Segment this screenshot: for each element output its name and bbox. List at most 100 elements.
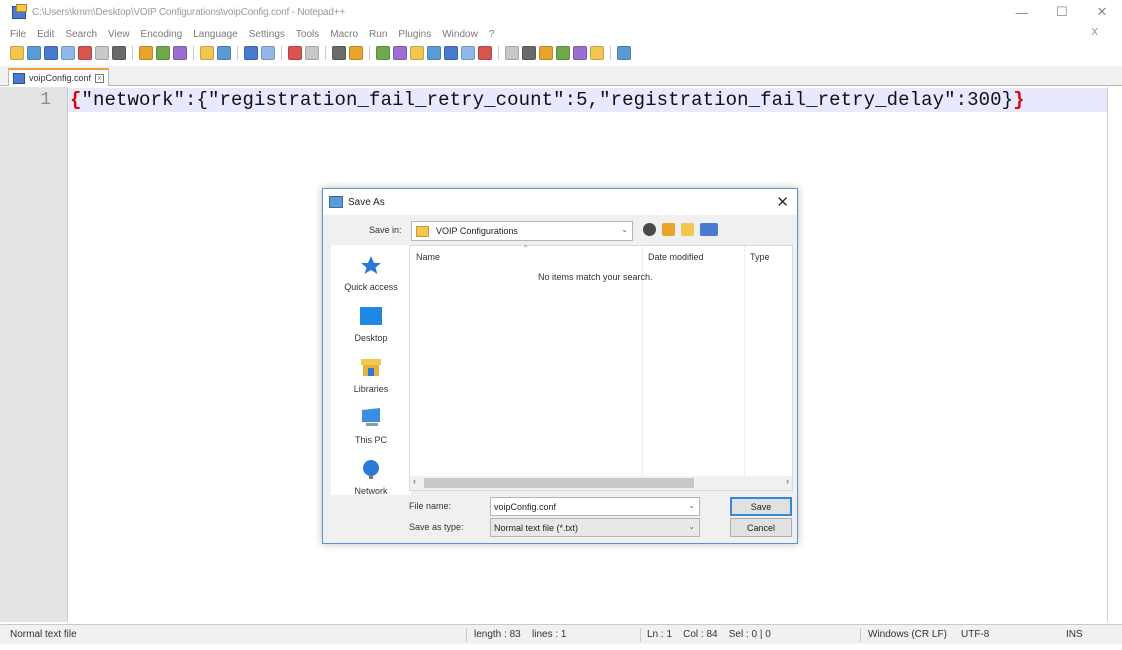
status-insert-mode: INS [1066, 629, 1083, 640]
menu-macro[interactable]: Macro [330, 29, 358, 40]
column-date-modified[interactable]: Date modified [648, 252, 704, 262]
place-libraries[interactable]: Libraries [331, 357, 411, 394]
open-file-icon[interactable] [27, 46, 41, 60]
code-body: "network":{"registration_fail_retry_coun… [81, 89, 1014, 111]
udl-icon[interactable] [427, 46, 441, 60]
save-icon[interactable] [44, 46, 58, 60]
save-as-icon [329, 196, 343, 208]
menu-encoding[interactable]: Encoding [141, 29, 183, 40]
save-type-label: Save as type: [409, 522, 464, 532]
window-controls: — ☐ ✕ [1002, 0, 1122, 24]
save-type-dropdown[interactable]: Normal text file (*.txt) ⌄ [490, 518, 700, 537]
close-window-button[interactable]: ✕ [1082, 0, 1122, 24]
place-desktop[interactable]: Desktop [331, 306, 411, 343]
run-macro-icon[interactable] [573, 46, 587, 60]
scroll-right-icon[interactable]: › [786, 476, 789, 486]
save-button[interactable]: Save [730, 497, 792, 516]
file-name-input[interactable]: voipConfig.conf ⌄ [490, 497, 700, 516]
save-in-dropdown[interactable]: VOIP Configurations ⌄ [411, 221, 633, 241]
doc-map-icon[interactable] [444, 46, 458, 60]
find-icon[interactable] [244, 46, 258, 60]
all-chars-icon[interactable] [393, 46, 407, 60]
copy-icon[interactable] [156, 46, 170, 60]
column-name[interactable]: Name [416, 252, 440, 262]
menu-help[interactable]: ? [489, 29, 495, 40]
save-all-icon[interactable] [61, 46, 75, 60]
new-file-icon[interactable] [10, 46, 24, 60]
scroll-thumb[interactable] [424, 478, 694, 488]
monitoring-icon[interactable] [505, 46, 519, 60]
sort-caret-icon: ^ [524, 245, 528, 252]
status-length: length : 83 [474, 629, 521, 640]
horizontal-scrollbar[interactable]: ‹ › [410, 476, 792, 490]
status-eol[interactable]: Windows (CR LF) [868, 629, 947, 640]
redo-icon[interactable] [217, 46, 231, 60]
tab-voipconfig[interactable]: voipConfig.conf x [8, 68, 110, 86]
save-type-value: Normal text file (*.txt) [494, 523, 579, 533]
zoom-out-icon[interactable] [305, 46, 319, 60]
dialog-title: Save As [348, 196, 385, 208]
file-saved-icon [13, 72, 25, 84]
place-quick-access[interactable]: Quick access [331, 255, 411, 292]
play-macro-icon[interactable] [556, 46, 570, 60]
current-line[interactable]: {"network":{"registration_fail_retry_cou… [68, 88, 1107, 112]
word-wrap-icon[interactable] [376, 46, 390, 60]
close-icon[interactable] [78, 46, 92, 60]
place-label: Network [354, 486, 388, 496]
folder-workspace-icon[interactable] [478, 46, 492, 60]
tab-close-icon[interactable]: x [95, 73, 105, 83]
place-network[interactable]: Network [331, 459, 411, 496]
menu-run[interactable]: Run [369, 29, 387, 40]
record-macro-icon[interactable] [522, 46, 536, 60]
menu-file[interactable]: File [10, 29, 26, 40]
cancel-button[interactable]: Cancel [730, 518, 792, 537]
scroll-left-icon[interactable]: ‹ [413, 476, 416, 486]
dialog-close-button[interactable]: ✕ [776, 193, 789, 211]
print-icon[interactable] [112, 46, 126, 60]
stop-macro-icon[interactable] [539, 46, 553, 60]
view-menu-icon[interactable] [700, 223, 718, 236]
paste-icon[interactable] [173, 46, 187, 60]
column-type[interactable]: Type [750, 252, 770, 262]
indent-guide-icon[interactable] [410, 46, 424, 60]
close-all-icon[interactable] [95, 46, 109, 60]
status-encoding[interactable]: UTF-8 [961, 629, 989, 640]
this-pc-icon [362, 408, 380, 426]
function-list-icon[interactable] [461, 46, 475, 60]
maximize-button[interactable]: ☐ [1042, 0, 1082, 24]
cut-icon[interactable] [139, 46, 153, 60]
menu-window[interactable]: Window [442, 29, 478, 40]
place-label: This PC [354, 435, 387, 445]
place-this-pc[interactable]: This PC [331, 408, 411, 445]
zoom-in-icon[interactable] [288, 46, 302, 60]
close-brace: } [1013, 89, 1025, 111]
undo-icon[interactable] [200, 46, 214, 60]
save-as-dialog: Save As ✕ Save in: VOIP Configurations ⌄… [322, 188, 798, 544]
toolbar-separator [281, 46, 282, 60]
new-folder-icon[interactable] [681, 223, 694, 236]
menu-settings[interactable]: Settings [249, 29, 285, 40]
menu-edit[interactable]: Edit [37, 29, 54, 40]
status-file-type: Normal text file [10, 629, 77, 640]
save-macro-icon[interactable] [590, 46, 604, 60]
status-divider [466, 628, 467, 642]
open-brace: { [70, 89, 82, 111]
window-title: C:\Users\kmm\Desktop\VOIP Configurations… [32, 6, 346, 18]
chevron-down-icon[interactable]: ⌄ [688, 501, 695, 510]
menu-search[interactable]: Search [65, 29, 97, 40]
back-icon[interactable] [643, 223, 656, 236]
status-divider [860, 628, 861, 642]
menu-language[interactable]: Language [193, 29, 238, 40]
close-document-x[interactable]: X [1091, 27, 1098, 38]
replace-icon[interactable] [261, 46, 275, 60]
minimize-button[interactable]: — [1002, 0, 1042, 24]
sync-v-icon[interactable] [332, 46, 346, 60]
menu-plugins[interactable]: Plugins [398, 29, 431, 40]
menu-tools[interactable]: Tools [296, 29, 319, 40]
spell-check-icon[interactable] [617, 46, 631, 60]
vertical-scrollbar[interactable] [1107, 87, 1122, 622]
file-list[interactable]: ^ Name Date modified Type No items match… [409, 245, 793, 491]
sync-h-icon[interactable] [349, 46, 363, 60]
menu-view[interactable]: View [108, 29, 130, 40]
up-folder-icon[interactable] [662, 223, 675, 236]
